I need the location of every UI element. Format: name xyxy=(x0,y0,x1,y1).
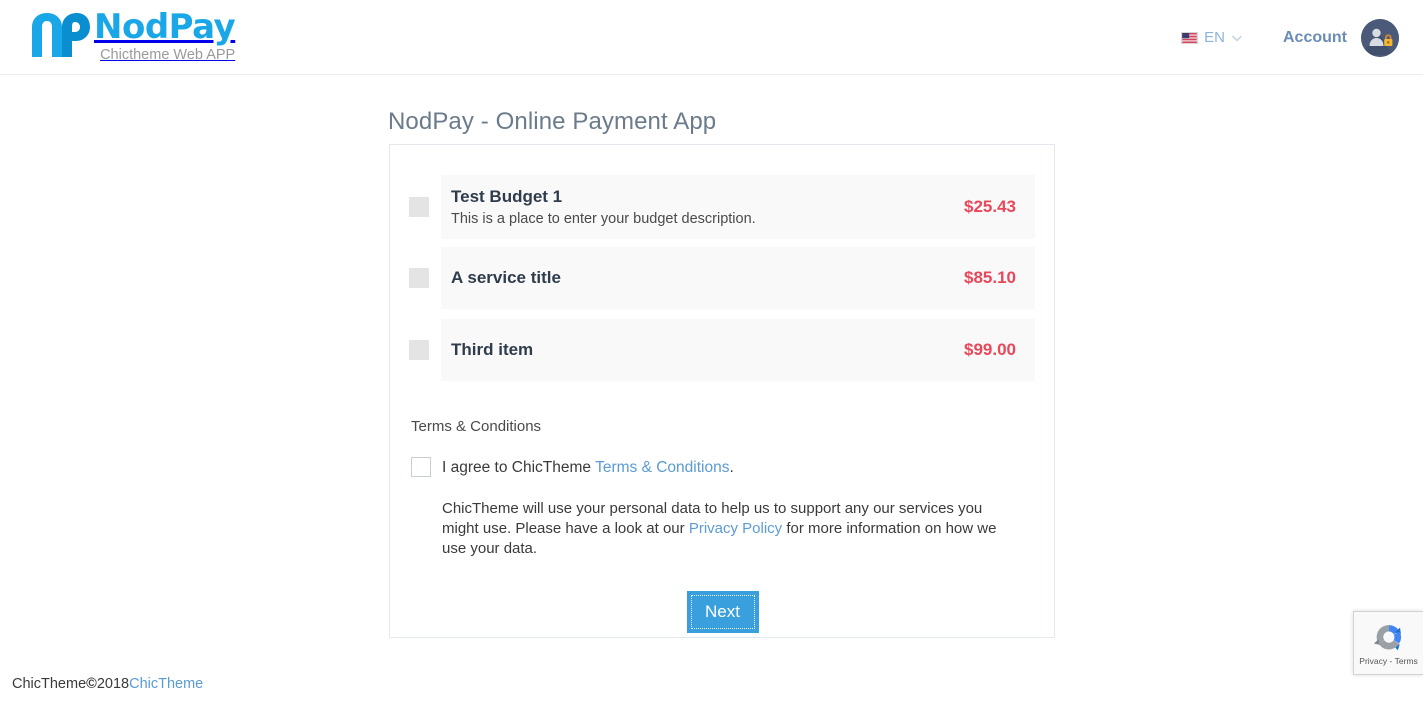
list-item[interactable]: A service title $85.10 xyxy=(390,247,1054,309)
next-button-wrap: Next xyxy=(411,591,1034,633)
recaptcha-logo-icon xyxy=(1373,625,1401,651)
language-switcher[interactable]: EN xyxy=(1181,29,1243,46)
chevron-down-icon xyxy=(1232,35,1242,41)
agree-text-suffix: . xyxy=(729,459,734,476)
list-item-title: A service title xyxy=(451,268,561,287)
language-label: EN xyxy=(1204,29,1225,46)
agree-row: I agree to ChicTheme Terms & Conditions. xyxy=(411,457,1034,478)
recaptcha-label: Privacy - Terms xyxy=(1359,656,1418,666)
list-item-body: Third item $99.00 xyxy=(441,319,1035,381)
list-item[interactable]: Test Budget 1 This is a place to enter y… xyxy=(390,175,1054,239)
recaptcha-badge[interactable]: Privacy - Terms xyxy=(1353,611,1423,675)
agree-checkbox[interactable] xyxy=(411,457,431,477)
privacy-note: ChicTheme will use your personal data to… xyxy=(442,499,1020,559)
list-item-texts: Test Budget 1 This is a place to enter y… xyxy=(451,186,756,229)
payment-card: Test Budget 1 This is a place to enter y… xyxy=(389,144,1055,638)
agree-text-prefix: I agree to ChicTheme xyxy=(442,459,596,476)
list-item-texts: A service title xyxy=(451,267,561,289)
footer-year: 2018 xyxy=(96,676,130,692)
privacy-policy-link[interactable]: Privacy Policy xyxy=(689,520,782,537)
list-item[interactable]: Third item $99.00 xyxy=(390,319,1054,381)
item-checkbox[interactable] xyxy=(409,268,429,288)
budget-items-list: Test Budget 1 This is a place to enter y… xyxy=(390,145,1054,381)
list-item-body: A service title $85.10 xyxy=(441,247,1035,309)
terms-conditions-link[interactable]: Terms & Conditions xyxy=(595,459,729,476)
list-item-title: Test Budget 1 xyxy=(451,186,563,206)
terms-heading: Terms & Conditions xyxy=(411,418,542,435)
list-item-price: $25.43 xyxy=(964,197,1016,216)
next-button[interactable]: Next xyxy=(686,591,759,633)
page-title: NodPay - Online Payment App xyxy=(388,108,717,135)
item-checkbox[interactable] xyxy=(409,340,429,360)
site-header: NodPay Chictheme Web APP EN Account xyxy=(0,0,1423,75)
list-item-title: Third item xyxy=(451,340,534,359)
list-item-price: $85.10 xyxy=(964,268,1016,287)
header-actions: EN Account xyxy=(1181,0,1399,75)
agree-label: I agree to ChicTheme Terms & Conditions. xyxy=(442,457,734,478)
brand-name: NodPay xyxy=(94,7,236,47)
copyright-icon: © xyxy=(86,676,97,692)
account-link[interactable]: Account xyxy=(1283,29,1347,47)
list-item-texts: Third item xyxy=(451,339,533,361)
us-flag-icon xyxy=(1181,31,1199,44)
nodpay-monogram-icon xyxy=(32,13,90,57)
list-item-body: Test Budget 1 This is a place to enter y… xyxy=(441,175,1035,239)
item-checkbox[interactable] xyxy=(409,197,429,217)
brand-logo[interactable]: NodPay Chictheme Web APP xyxy=(28,7,236,64)
user-lock-avatar-icon[interactable] xyxy=(1361,18,1399,57)
list-item-price: $99.00 xyxy=(964,340,1016,359)
brand-tagline: Chictheme Web APP xyxy=(100,47,236,63)
list-item-description: This is a place to enter your budget des… xyxy=(451,210,756,227)
site-footer: ChicTheme © 2018 ChicTheme xyxy=(0,659,1423,709)
footer-text-before: ChicTheme xyxy=(12,676,87,692)
terms-section: Terms & Conditions I agree to ChicTheme … xyxy=(390,417,1054,633)
footer-brand-link[interactable]: ChicTheme xyxy=(129,676,203,692)
